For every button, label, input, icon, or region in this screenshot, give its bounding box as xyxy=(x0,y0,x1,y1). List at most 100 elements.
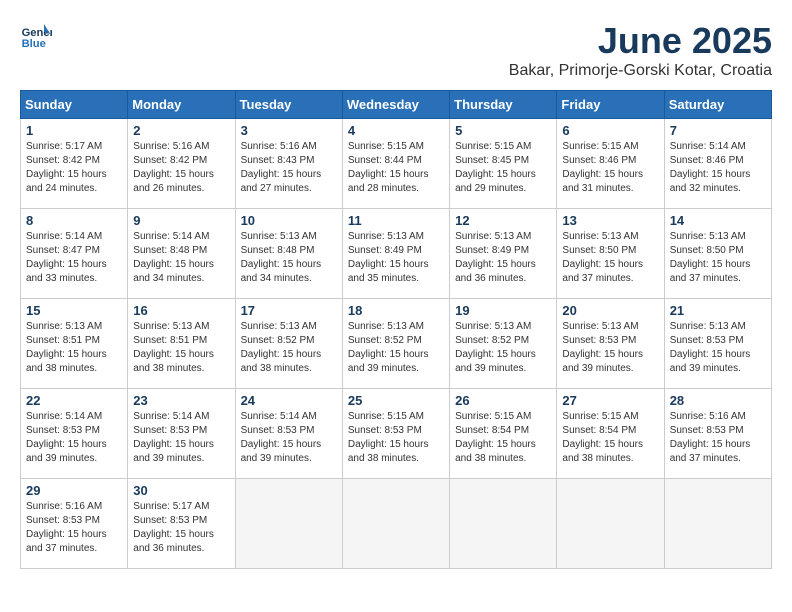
calendar-day-cell: 21 Sunrise: 5:13 AM Sunset: 8:53 PM Dayl… xyxy=(664,299,771,389)
day-info: Sunrise: 5:14 AM Sunset: 8:48 PM Dayligh… xyxy=(133,230,229,286)
sunrise-label: Sunrise: 5:13 AM xyxy=(348,231,424,242)
header-row: Sunday Monday Tuesday Wednesday Thursday… xyxy=(21,91,772,119)
sunset-label: Sunset: 8:46 PM xyxy=(670,155,744,166)
day-number: 20 xyxy=(562,303,658,318)
day-info: Sunrise: 5:13 AM Sunset: 8:52 PM Dayligh… xyxy=(241,320,337,376)
day-number: 10 xyxy=(241,213,337,228)
sunrise-label: Sunrise: 5:13 AM xyxy=(241,231,317,242)
day-number: 4 xyxy=(348,123,444,138)
day-number: 28 xyxy=(670,393,766,408)
calendar-day-cell: 26 Sunrise: 5:15 AM Sunset: 8:54 PM Dayl… xyxy=(450,389,557,479)
calendar-day-cell: 7 Sunrise: 5:14 AM Sunset: 8:46 PM Dayli… xyxy=(664,119,771,209)
daylight-label: Daylight: 15 hours and 38 minutes. xyxy=(26,349,107,374)
svg-text:Blue: Blue xyxy=(22,38,46,50)
sunrise-label: Sunrise: 5:13 AM xyxy=(670,321,746,332)
day-info: Sunrise: 5:16 AM Sunset: 8:43 PM Dayligh… xyxy=(241,140,337,196)
sunrise-label: Sunrise: 5:14 AM xyxy=(26,411,102,422)
day-info: Sunrise: 5:14 AM Sunset: 8:47 PM Dayligh… xyxy=(26,230,122,286)
sunset-label: Sunset: 8:54 PM xyxy=(455,425,529,436)
calendar-day-cell xyxy=(450,479,557,569)
day-info: Sunrise: 5:13 AM Sunset: 8:49 PM Dayligh… xyxy=(455,230,551,286)
calendar-week-row: 8 Sunrise: 5:14 AM Sunset: 8:47 PM Dayli… xyxy=(21,209,772,299)
day-number: 15 xyxy=(26,303,122,318)
sunset-label: Sunset: 8:52 PM xyxy=(455,335,529,346)
calendar-week-row: 22 Sunrise: 5:14 AM Sunset: 8:53 PM Dayl… xyxy=(21,389,772,479)
sunset-label: Sunset: 8:52 PM xyxy=(241,335,315,346)
day-number: 24 xyxy=(241,393,337,408)
day-number: 11 xyxy=(348,213,444,228)
day-info: Sunrise: 5:17 AM Sunset: 8:53 PM Dayligh… xyxy=(133,500,229,556)
calendar-subtitle: Bakar, Primorje-Gorski Kotar, Croatia xyxy=(509,62,772,80)
day-info: Sunrise: 5:15 AM Sunset: 8:45 PM Dayligh… xyxy=(455,140,551,196)
sunset-label: Sunset: 8:51 PM xyxy=(26,335,100,346)
day-number: 27 xyxy=(562,393,658,408)
sunrise-label: Sunrise: 5:13 AM xyxy=(455,321,531,332)
daylight-label: Daylight: 15 hours and 39 minutes. xyxy=(241,439,322,464)
daylight-label: Daylight: 15 hours and 38 minutes. xyxy=(455,439,536,464)
daylight-label: Daylight: 15 hours and 34 minutes. xyxy=(241,259,322,284)
daylight-label: Daylight: 15 hours and 38 minutes. xyxy=(133,349,214,374)
calendar-day-cell: 4 Sunrise: 5:15 AM Sunset: 8:44 PM Dayli… xyxy=(342,119,449,209)
calendar-day-cell: 17 Sunrise: 5:13 AM Sunset: 8:52 PM Dayl… xyxy=(235,299,342,389)
day-number: 1 xyxy=(26,123,122,138)
daylight-label: Daylight: 15 hours and 37 minutes. xyxy=(670,439,751,464)
sunrise-label: Sunrise: 5:16 AM xyxy=(670,411,746,422)
day-number: 2 xyxy=(133,123,229,138)
day-number: 9 xyxy=(133,213,229,228)
day-number: 23 xyxy=(133,393,229,408)
day-number: 7 xyxy=(670,123,766,138)
sunrise-label: Sunrise: 5:15 AM xyxy=(455,141,531,152)
day-info: Sunrise: 5:16 AM Sunset: 8:42 PM Dayligh… xyxy=(133,140,229,196)
calendar-week-row: 15 Sunrise: 5:13 AM Sunset: 8:51 PM Dayl… xyxy=(21,299,772,389)
calendar-day-cell: 6 Sunrise: 5:15 AM Sunset: 8:46 PM Dayli… xyxy=(557,119,664,209)
day-info: Sunrise: 5:14 AM Sunset: 8:53 PM Dayligh… xyxy=(26,410,122,466)
sunrise-label: Sunrise: 5:17 AM xyxy=(26,141,102,152)
day-info: Sunrise: 5:13 AM Sunset: 8:51 PM Dayligh… xyxy=(133,320,229,376)
calendar-day-cell: 12 Sunrise: 5:13 AM Sunset: 8:49 PM Dayl… xyxy=(450,209,557,299)
daylight-label: Daylight: 15 hours and 34 minutes. xyxy=(133,259,214,284)
sunset-label: Sunset: 8:53 PM xyxy=(26,515,100,526)
daylight-label: Daylight: 15 hours and 26 minutes. xyxy=(133,169,214,194)
sunset-label: Sunset: 8:44 PM xyxy=(348,155,422,166)
daylight-label: Daylight: 15 hours and 38 minutes. xyxy=(348,439,429,464)
daylight-label: Daylight: 15 hours and 39 minutes. xyxy=(670,349,751,374)
day-info: Sunrise: 5:14 AM Sunset: 8:46 PM Dayligh… xyxy=(670,140,766,196)
col-friday: Friday xyxy=(557,91,664,119)
day-number: 12 xyxy=(455,213,551,228)
sunrise-label: Sunrise: 5:16 AM xyxy=(26,501,102,512)
sunrise-label: Sunrise: 5:17 AM xyxy=(133,501,209,512)
daylight-label: Daylight: 15 hours and 39 minutes. xyxy=(562,349,643,374)
day-number: 13 xyxy=(562,213,658,228)
sunrise-label: Sunrise: 5:13 AM xyxy=(26,321,102,332)
day-info: Sunrise: 5:14 AM Sunset: 8:53 PM Dayligh… xyxy=(241,410,337,466)
calendar-day-cell: 27 Sunrise: 5:15 AM Sunset: 8:54 PM Dayl… xyxy=(557,389,664,479)
sunrise-label: Sunrise: 5:13 AM xyxy=(670,231,746,242)
calendar-day-cell: 14 Sunrise: 5:13 AM Sunset: 8:50 PM Dayl… xyxy=(664,209,771,299)
day-number: 5 xyxy=(455,123,551,138)
day-number: 21 xyxy=(670,303,766,318)
daylight-label: Daylight: 15 hours and 32 minutes. xyxy=(670,169,751,194)
logo-icon: General Blue xyxy=(20,20,52,52)
calendar-table: Sunday Monday Tuesday Wednesday Thursday… xyxy=(20,90,772,569)
sunrise-label: Sunrise: 5:14 AM xyxy=(26,231,102,242)
daylight-label: Daylight: 15 hours and 39 minutes. xyxy=(348,349,429,374)
sunset-label: Sunset: 8:50 PM xyxy=(670,245,744,256)
calendar-day-cell xyxy=(342,479,449,569)
calendar-day-cell: 28 Sunrise: 5:16 AM Sunset: 8:53 PM Dayl… xyxy=(664,389,771,479)
day-number: 18 xyxy=(348,303,444,318)
daylight-label: Daylight: 15 hours and 28 minutes. xyxy=(348,169,429,194)
svg-text:General: General xyxy=(22,27,52,39)
daylight-label: Daylight: 15 hours and 35 minutes. xyxy=(348,259,429,284)
sunset-label: Sunset: 8:53 PM xyxy=(26,425,100,436)
day-number: 6 xyxy=(562,123,658,138)
daylight-label: Daylight: 15 hours and 36 minutes. xyxy=(455,259,536,284)
daylight-label: Daylight: 15 hours and 29 minutes. xyxy=(455,169,536,194)
calendar-day-cell: 1 Sunrise: 5:17 AM Sunset: 8:42 PM Dayli… xyxy=(21,119,128,209)
day-info: Sunrise: 5:13 AM Sunset: 8:52 PM Dayligh… xyxy=(455,320,551,376)
day-info: Sunrise: 5:15 AM Sunset: 8:54 PM Dayligh… xyxy=(455,410,551,466)
calendar-day-cell: 10 Sunrise: 5:13 AM Sunset: 8:48 PM Dayl… xyxy=(235,209,342,299)
sunset-label: Sunset: 8:42 PM xyxy=(26,155,100,166)
sunset-label: Sunset: 8:45 PM xyxy=(455,155,529,166)
calendar-day-cell: 3 Sunrise: 5:16 AM Sunset: 8:43 PM Dayli… xyxy=(235,119,342,209)
day-number: 25 xyxy=(348,393,444,408)
